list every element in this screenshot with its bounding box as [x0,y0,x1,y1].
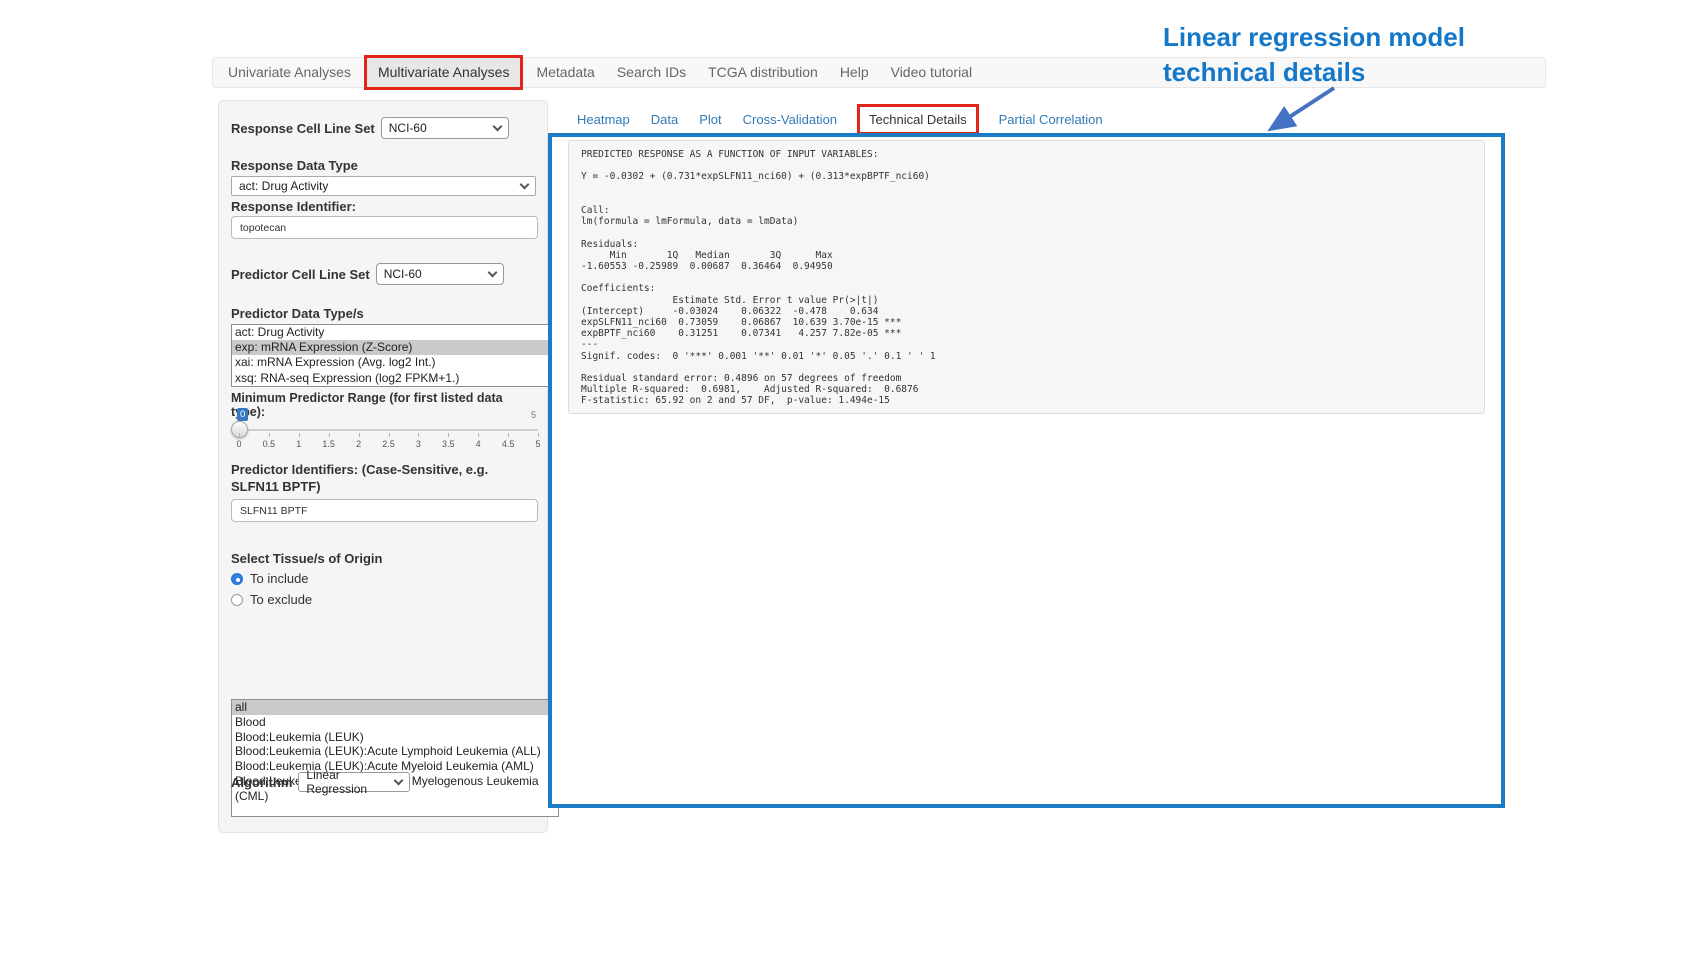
response-cell-line-set-value: NCI-60 [389,121,427,135]
slider-tick-label: 0 [236,439,241,449]
slider-ticks: 0 0.5 1 1.5 2 2.5 3 3.5 4 4.5 5 [239,433,538,449]
tissue-origin-listbox: all Blood Blood:Leukemia (LEUK) Blood:Le… [231,699,559,817]
annotation-callout: Linear regression model technical detail… [1163,20,1583,90]
response-cell-line-set-row: Response Cell Line Set NCI-60 [231,117,536,139]
data-type-option[interactable]: xsq: RNA-seq Expression (log2 FPKM+1.) [232,371,558,386]
tissue-option[interactable]: Blood:Leukemia (LEUK) [232,730,558,745]
radio-to-exclude[interactable]: To exclude [231,592,536,607]
chevron-down-icon [394,776,404,786]
data-type-option[interactable]: act: Drug Activity [232,325,558,340]
predictor-cell-line-set-value: NCI-60 [384,267,422,281]
slider-tick-label: 4.5 [502,439,515,449]
tab-plot[interactable]: Plot [699,112,721,127]
tissue-option-selected[interactable]: all [232,700,558,715]
response-cell-line-set-label: Response Cell Line Set [231,121,375,136]
slider-value-badge: 0 [237,408,248,421]
tab-technical-details[interactable]: Technical Details [857,104,979,135]
slider-tick-label: 3.5 [442,439,455,449]
slider-tick-label: 3 [416,439,421,449]
slider-tick-label: 4 [476,439,481,449]
algorithm-row: Algorithm Linear Regression [231,772,536,792]
predictor-identifiers-label: Predictor Identifiers: (Case-Sensitive, … [231,461,536,495]
min-predictor-range-label: Minimum Predictor Range (for first liste… [231,391,536,419]
results-tabs: Heatmap Data Plot Cross-Validation Techn… [577,106,1103,133]
chevron-down-icon [487,268,497,278]
response-data-type-value: act: Drug Activity [239,179,328,193]
tissue-option[interactable]: Blood [232,715,558,730]
algorithm-label: Algorithm [231,775,292,790]
nav-help[interactable]: Help [829,58,880,87]
slider-tick-label: 0.5 [263,439,276,449]
annotation-arrow-icon [1258,84,1342,136]
predictor-data-types-listbox: act: Drug Activity exp: mRNA Expression … [231,324,559,387]
predictor-cell-line-set-row: Predictor Cell Line Set NCI-60 [231,263,536,285]
tab-heatmap[interactable]: Heatmap [577,112,630,127]
response-identifier-label: Response Identifier: [231,199,536,214]
tissue-option[interactable]: Blood:Leukemia (LEUK):Acute Lymphoid Leu… [232,744,558,759]
radio-to-include-label: To include [250,571,309,586]
response-data-type-select[interactable]: act: Drug Activity [231,176,536,196]
response-data-type-label: Response Data Type [231,158,536,173]
chevron-down-icon [520,180,530,190]
nav-search-ids[interactable]: Search IDs [606,58,697,87]
tab-partial-correlation[interactable]: Partial Correlation [999,112,1103,127]
control-sidebar: Response Cell Line Set NCI-60 Response D… [218,100,548,833]
annotation-line-2: technical details [1163,55,1583,90]
slider-tick-label: 1 [296,439,301,449]
nav-univariate-analyses[interactable]: Univariate Analyses [217,58,362,87]
nav-multivariate-analyses[interactable]: Multivariate Analyses [364,55,524,90]
nav-video-tutorial[interactable]: Video tutorial [880,58,983,87]
tab-cross-validation[interactable]: Cross-Validation [743,112,837,127]
chevron-down-icon [492,122,502,132]
tissue-origin-label: Select Tissue/s of Origin [231,551,536,566]
data-type-option-selected[interactable]: exp: mRNA Expression (Z-Score) [232,340,558,355]
algorithm-select[interactable]: Linear Regression [298,772,410,792]
response-identifier-input[interactable] [231,216,538,239]
regression-output: PREDICTED RESPONSE AS A FUNCTION OF INPU… [568,140,1485,414]
technical-details-panel: PREDICTED RESPONSE AS A FUNCTION OF INPU… [548,133,1505,808]
response-cell-line-set-select[interactable]: NCI-60 [381,117,509,139]
radio-unselected-icon [231,594,243,606]
radio-selected-icon [231,573,243,585]
nav-tcga-distribution[interactable]: TCGA distribution [697,58,829,87]
predictor-data-types-label: Predictor Data Type/s [231,306,536,321]
slider-tick-label: 2 [356,439,361,449]
radio-to-include[interactable]: To include [231,571,536,586]
slider-tick-label: 5 [535,439,540,449]
annotation-line-1: Linear regression model [1163,20,1583,55]
tab-data[interactable]: Data [651,112,678,127]
slider-tick-label: 2.5 [382,439,395,449]
predictor-cell-line-set-select[interactable]: NCI-60 [376,263,504,285]
predictor-identifiers-input[interactable] [231,499,538,522]
nav-metadata[interactable]: Metadata [525,58,605,87]
min-predictor-range-slider[interactable] [239,429,538,431]
slider-max-label: 5 [531,410,536,420]
algorithm-value: Linear Regression [306,768,395,796]
predictor-cell-line-set-label: Predictor Cell Line Set [231,267,370,282]
data-type-option[interactable]: xai: mRNA Expression (Avg. log2 Int.) [232,355,558,370]
slider-tick-label: 1.5 [322,439,335,449]
radio-to-exclude-label: To exclude [250,592,312,607]
